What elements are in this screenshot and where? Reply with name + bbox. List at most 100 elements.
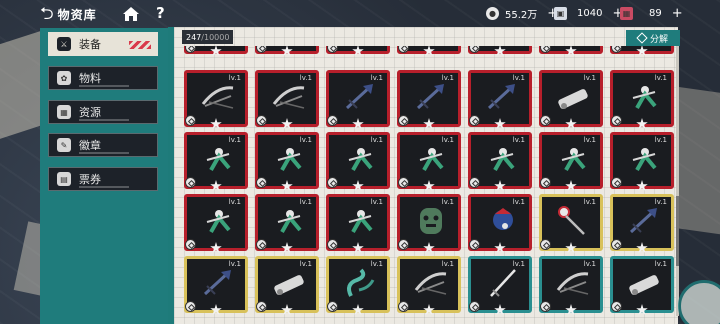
item-card[interactable]: lv.1 (610, 256, 674, 315)
item-level: lv.1 (228, 260, 241, 268)
gift-icon: ▦ (620, 6, 633, 20)
item-card[interactable] (255, 46, 319, 56)
item-card[interactable]: lv.1 (255, 256, 319, 315)
item-card[interactable]: lv.1 (468, 70, 532, 129)
item-level: lv.1 (441, 136, 454, 144)
category-sidebar: ⚔ 装备 ✿ 物料 ▦ 资源 ✎ 徽章 ▤ 票券 (40, 28, 168, 324)
star-icon (636, 304, 648, 315)
capacity-counter: 247 /10000 (182, 30, 234, 44)
star-icon (281, 118, 293, 129)
add-gift-button[interactable]: + (672, 6, 683, 21)
item-card[interactable]: lv.1 (468, 132, 532, 191)
item-card[interactable]: lv.1 (326, 70, 390, 129)
back-button[interactable]: ⮌ 物资库 (40, 4, 97, 24)
star-icon (423, 118, 435, 129)
item-card[interactable]: lv.1 (539, 70, 603, 129)
item-level: lv.1 (512, 74, 525, 82)
figure-green-icon (490, 148, 515, 171)
star-icon (423, 180, 435, 191)
item-card[interactable] (184, 46, 248, 56)
item-card[interactable]: lv.1 (326, 256, 390, 315)
star-icon (636, 180, 648, 191)
item-level: lv.1 (299, 260, 312, 268)
item-type-icon (327, 46, 338, 53)
home-icon[interactable] (122, 6, 140, 22)
item-grid[interactable]: lv.1 lv.1 lv.1 lv.1 lv.1 lv.1 lv.1 lv.1 lv.1 lv.1… (184, 46, 674, 324)
star-icon (494, 242, 506, 253)
item-card[interactable]: lv.1 (610, 194, 674, 253)
item-type-icon (185, 301, 196, 312)
spear-blue-icon (487, 84, 515, 110)
crossbow-icon (201, 86, 234, 109)
sidebar-item-materials[interactable]: ✿ 物料 (48, 66, 158, 90)
star-icon (210, 118, 222, 129)
item-card[interactable]: lv.1 (184, 70, 248, 129)
item-card[interactable]: lv.1 (539, 132, 603, 191)
scrollbar[interactable] (676, 46, 679, 316)
item-card[interactable]: lv.1 (255, 194, 319, 253)
scrollbar-thumb[interactable] (676, 196, 679, 266)
mask-green-icon (420, 208, 442, 234)
item-level: lv.1 (441, 198, 454, 206)
item-type-icon (469, 239, 480, 250)
item-card[interactable]: lv.1 (468, 256, 532, 315)
decompose-button[interactable]: 分解 (626, 30, 680, 46)
item-card[interactable]: lv.1 (468, 194, 532, 253)
item-card[interactable] (610, 46, 674, 56)
sidebar-item-label: 资源 (79, 106, 101, 119)
item-card[interactable] (397, 46, 461, 56)
sidebar-item-badges[interactable]: ✎ 徽章 (48, 133, 158, 157)
item-card[interactable]: lv.1 (539, 194, 603, 253)
item-type-icon (185, 115, 196, 126)
item-card[interactable]: lv.1 (397, 256, 461, 315)
star-icon (352, 46, 364, 56)
item-level: lv.1 (583, 260, 596, 268)
item-level: lv.1 (299, 136, 312, 144)
item-card[interactable] (468, 46, 532, 56)
item-type-icon (256, 301, 267, 312)
item-level: lv.1 (299, 74, 312, 82)
item-type-icon (540, 301, 551, 312)
item-level: lv.1 (441, 74, 454, 82)
item-card[interactable]: lv.1 (326, 132, 390, 191)
item-card[interactable]: lv.1 (255, 70, 319, 129)
item-card[interactable]: lv.1 (610, 70, 674, 129)
item-card[interactable]: lv.1 (184, 256, 248, 315)
item-card[interactable]: lv.1 (184, 132, 248, 191)
help-icon[interactable]: ? (156, 4, 165, 22)
item-card[interactable] (326, 46, 390, 56)
item-card[interactable]: lv.1 (610, 132, 674, 191)
sidebar-item-label: 物料 (79, 72, 101, 85)
star-icon (423, 46, 435, 56)
item-card[interactable]: lv.1 (397, 194, 461, 253)
star-icon (565, 46, 577, 56)
sidebar-item-resources[interactable]: ▦ 资源 (48, 100, 158, 124)
item-count: 247 (186, 32, 202, 42)
currency-ticket: ▣ 1040 + (554, 3, 623, 23)
currency-value: 89 (649, 7, 662, 19)
item-card[interactable]: lv.1 (539, 256, 603, 315)
sidebar-item-label: 徽章 (79, 139, 101, 152)
sidebar-item-equipment[interactable]: ⚔ 装备 (48, 32, 158, 56)
item-type-icon (327, 301, 338, 312)
item-card[interactable] (539, 46, 603, 56)
figure-green-icon (561, 148, 586, 171)
figure-green-icon (348, 210, 373, 233)
sidebar-item-tickets[interactable]: ▤ 票券 (48, 167, 158, 191)
sidebar-item-label: 票券 (79, 173, 101, 186)
decompose-icon (636, 32, 648, 44)
page-title: 物资库 (57, 7, 97, 22)
item-type-icon (540, 177, 551, 188)
item-card[interactable]: lv.1 (397, 132, 461, 191)
item-card[interactable]: lv.1 (397, 70, 461, 129)
star-icon (636, 118, 648, 129)
item-card[interactable]: lv.1 (326, 194, 390, 253)
item-level: lv.1 (228, 198, 241, 206)
item-level: lv.1 (512, 136, 525, 144)
item-card[interactable]: lv.1 (184, 194, 248, 253)
figure-blue-icon (493, 208, 513, 230)
star-icon (281, 242, 293, 253)
item-card[interactable]: lv.1 (255, 132, 319, 191)
star-icon (565, 118, 577, 129)
item-type-icon (469, 46, 480, 53)
